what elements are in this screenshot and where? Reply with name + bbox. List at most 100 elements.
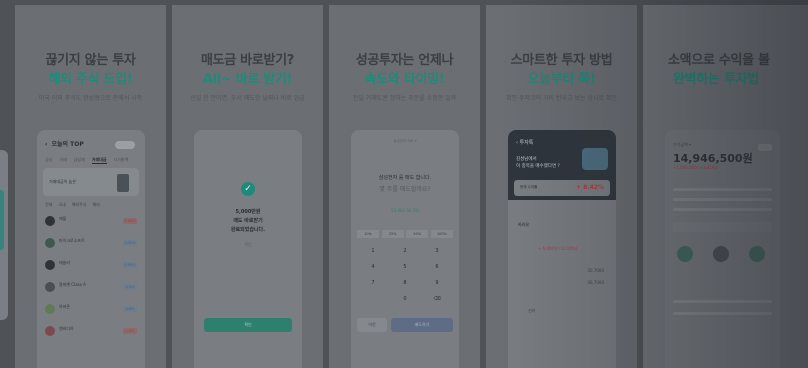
panel-title: 매도금 바로받기?	[200, 53, 295, 68]
stock-name: 테슬라	[59, 260, 71, 265]
stock-name: 카카오	[518, 222, 530, 227]
screen-title: ‹ 오늘의 TOP	[45, 141, 84, 148]
tab-item[interactable]: 급상	[45, 157, 52, 164]
key[interactable]: 1	[357, 248, 389, 254]
promo-panel-instant-payout: 매도금 바로받기? All~ 바로 받기! 산일 한 만이면, 우서 매도한 날…	[172, 5, 323, 368]
tab-item[interactable]: 거래	[59, 157, 66, 164]
key[interactable]: 6	[421, 264, 453, 270]
percent-button[interactable]: 50%	[406, 230, 429, 238]
backspace-icon[interactable]: ⌫	[421, 296, 453, 302]
stock-logo-icon	[45, 260, 55, 270]
promo-panel-overseas: 끊기지 않는 투자 해외 주식 도입! 미국 이외 주식도 완성형으로 판매서 …	[15, 5, 166, 368]
chip[interactable]	[758, 144, 772, 151]
status-text: 완료되었습니다.	[230, 227, 266, 233]
back-button[interactable]: 이전	[357, 318, 387, 332]
amount-label[interactable]: 수익금액 ▾	[673, 142, 691, 148]
check-icon: ✓	[241, 182, 255, 196]
menu-icon[interactable]	[677, 246, 693, 262]
key[interactable]: 5	[389, 264, 421, 270]
key[interactable]: 8	[389, 280, 421, 286]
key[interactable]	[357, 296, 389, 302]
sell-button[interactable]: 매도하기	[391, 318, 453, 332]
phone-mockup-payout: ✓ 5,000만원 매도 바로받기 완료되었습니다. 확인 확인	[194, 130, 302, 368]
panel-highlight: All~ 바로 받기!	[202, 72, 293, 87]
summary-bar	[673, 198, 772, 201]
screen-title[interactable]: ‹ 투자톡	[516, 139, 533, 146]
panel-title: 끊기지 않는 투자	[45, 53, 136, 68]
tab-bar: 급상 거래 급상재 거래대금 시가총액	[45, 157, 139, 164]
key[interactable]: 3	[421, 248, 453, 254]
panel-title: 스마트한 투자 방법	[510, 53, 613, 68]
order-type-select[interactable]: 삼성전자 매도 ▾	[351, 139, 459, 144]
list-item[interactable]: 테슬라 0.90%	[45, 258, 137, 272]
key[interactable]: 7	[357, 280, 389, 286]
filter-item[interactable]: 해외	[92, 202, 99, 208]
panel-subtitle: 전일 거래도권 정하는 주문을 수정한 일까	[352, 95, 457, 102]
gain-text: + 6,000원 (12.00%)	[538, 246, 578, 251]
amount-text: 5,000만원	[235, 209, 261, 215]
list-item[interactable]: 아마존 0.6%	[45, 302, 137, 316]
panel-highlight: 속도와 타이밍!	[364, 72, 445, 87]
confirm-button[interactable]: 확인	[204, 318, 292, 332]
menu-icon[interactable]	[713, 246, 729, 262]
list-item[interactable]: 애플 1.68%	[45, 214, 137, 228]
panel-subtitle: 산일 한 만이면, 우서 매도한 날짜나 바로 입금	[190, 95, 305, 102]
headline: 김성님에서 이 종목을 매수했다면 ?	[516, 157, 560, 169]
key[interactable]: 4	[357, 264, 389, 270]
list-item[interactable]: 마이크로소프트 0.42%	[45, 236, 137, 250]
price-row: 56,7000	[587, 280, 604, 285]
change-badge: 1.68%	[123, 218, 137, 224]
total-amount: 14,946,500원	[673, 152, 753, 165]
stock-name: 마이크로소프트	[59, 238, 85, 243]
price-row: 50,7000	[587, 268, 604, 273]
filter-item[interactable]: 해외주식	[72, 202, 87, 208]
status-text: 매도 바로받기	[233, 218, 263, 224]
building-icon	[117, 174, 129, 192]
change-text: +1,000,000 (+3.41%)	[673, 165, 718, 170]
phone-mockup-order: 삼성전자 매도 ▾ 삼성전자 를 매도 합니다. 몇 주를 매도할까요? 53,…	[351, 130, 459, 368]
promo-panel-small-amount: 소액으로 수익을 볼 완벽하는 투자법 수익금액 ▾ 14,946,500원 +…	[643, 5, 808, 368]
tab-item[interactable]: 급상재	[74, 157, 85, 164]
percent-button[interactable]: 10%	[357, 230, 379, 238]
tab-item[interactable]: 시가총액	[114, 157, 129, 164]
toggle-switch[interactable]	[115, 141, 135, 149]
percent-button[interactable]: 25%	[381, 230, 404, 238]
filter-item[interactable]: 국내	[58, 202, 65, 208]
filter-row: 전체 국내 해외주식 해외	[45, 202, 100, 208]
promo-panel-smart: 스마트한 투자 방법 오늘부터 쭉! 확인 주저크의 기의 빈우고 보는 상시로…	[486, 5, 637, 368]
key[interactable]: 0	[389, 296, 421, 302]
phone-mockup-top: ‹ 오늘의 TOP 급상 거래 급상재 거래대금 시가총액 거래대금이 높은 전체…	[37, 130, 145, 368]
stock-name: 신라	[528, 308, 536, 313]
summary-bar	[673, 188, 772, 191]
percent-buttons: 10% 25% 50% 100%	[357, 230, 453, 238]
device-edge-left	[0, 150, 8, 320]
stock-name: 아마존	[59, 304, 71, 309]
change-badge: 0.42%	[123, 240, 137, 246]
percent-button[interactable]: 100%	[430, 230, 453, 238]
menu-icon[interactable]	[749, 246, 765, 262]
return-card: 현재 수익률 + 8.42%	[514, 180, 610, 196]
phone-mockup-portfolio: 수익금액 ▾ 14,946,500원 +1,000,000 (+3.41%)	[665, 130, 780, 368]
stock-logo-icon	[45, 216, 55, 226]
return-label: 현재 수익률	[520, 185, 538, 189]
list-line	[673, 312, 772, 315]
change-badge: 0.90%	[123, 262, 137, 268]
list-item[interactable]: 엔비디아 0.8%	[45, 324, 137, 338]
change-badge: 0.8%	[123, 328, 137, 334]
panel-title: 성공투자는 언제나	[355, 53, 454, 68]
panel-highlight: 완벽하는 투자법	[673, 72, 759, 87]
binoculars-icon	[582, 148, 608, 170]
list-line	[673, 300, 772, 303]
price-hint: 53,900 56.3%	[391, 208, 419, 213]
screenshot-stage: 끊기지 않는 투자 해외 주식 도입! 미국 이외 주식도 완성형으로 판매서 …	[0, 0, 808, 368]
stock-name: 엔비디아	[59, 326, 74, 331]
list-item[interactable]: 알파벳 Class A 0.5%	[45, 280, 137, 294]
summary-bar	[673, 208, 772, 211]
stock-logo-icon	[45, 304, 55, 314]
filter-item[interactable]: 전체	[45, 202, 52, 208]
info-card	[673, 222, 772, 232]
stock-logo-icon	[45, 282, 55, 292]
key[interactable]: 2	[389, 248, 421, 254]
tab-item-active[interactable]: 거래대금	[91, 157, 107, 164]
key[interactable]: 9	[421, 280, 453, 286]
